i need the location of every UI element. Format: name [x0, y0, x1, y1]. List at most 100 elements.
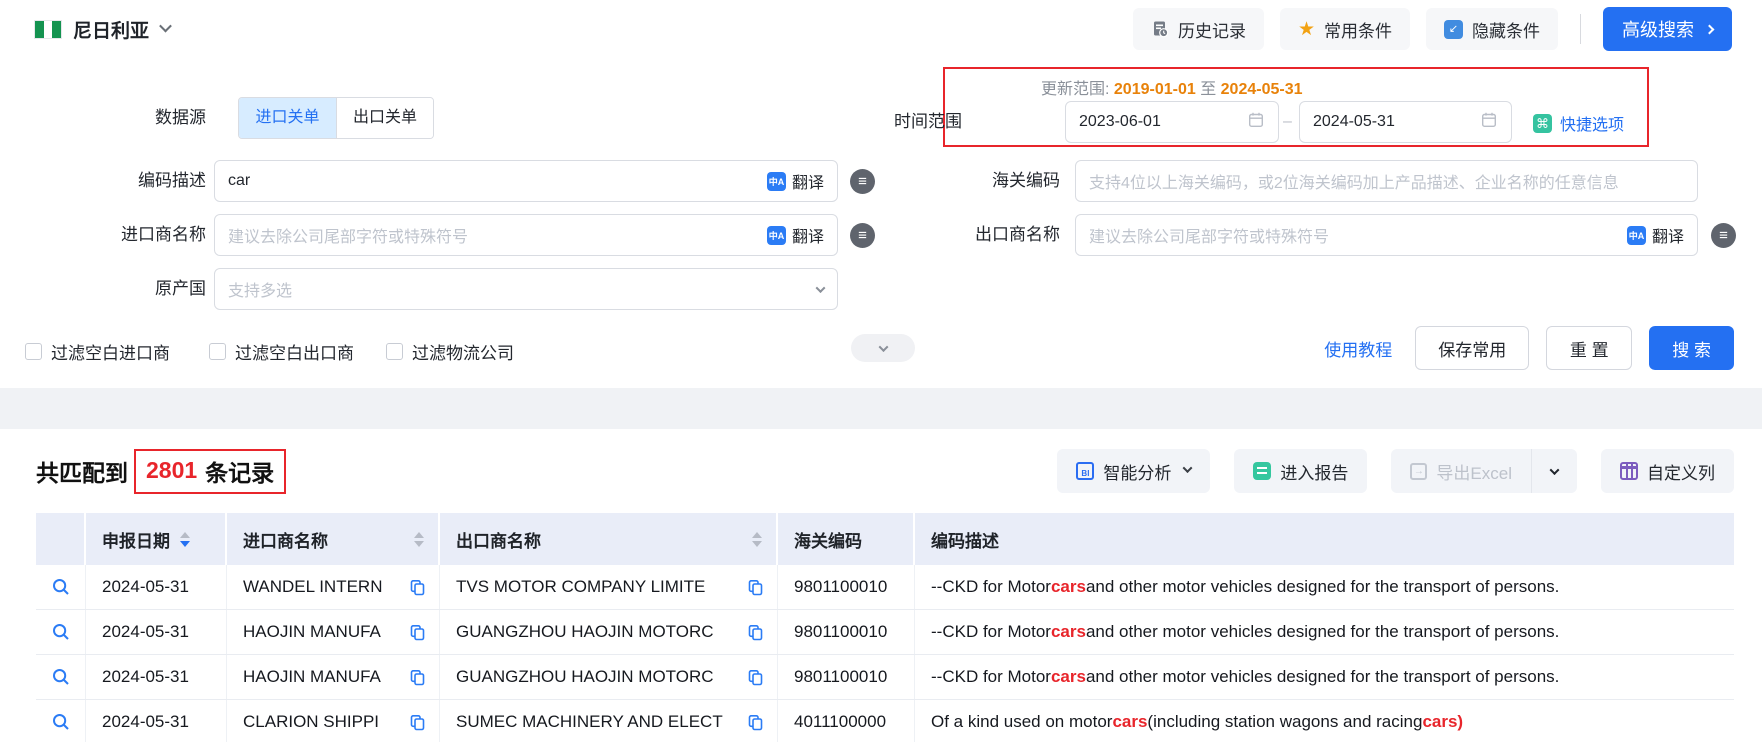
copy-icon[interactable] [747, 714, 764, 731]
header-declaration-date[interactable]: 申报日期 [86, 513, 227, 565]
synonym-icon[interactable]: ≡ [1711, 223, 1736, 248]
importer-placeholder: 建议去除公司尾部字符或特殊符号 [228, 223, 468, 247]
cell-hs-code: 9801100010 [778, 655, 915, 699]
table-row: 2024-05-31CLARION SHIPPI SUMEC MACHINERY … [36, 700, 1734, 742]
checkbox-label: 过滤物流公司 [412, 339, 514, 364]
collapse-form-button[interactable] [851, 334, 915, 362]
reset-button[interactable]: 重 置 [1546, 326, 1632, 370]
command-icon: ⌘ [1533, 114, 1552, 133]
synonym-icon[interactable]: ≡ [850, 169, 875, 194]
exporter-name: GUANGZHOU HAOJIN MOTORC [456, 667, 714, 687]
copy-icon[interactable] [409, 669, 426, 686]
desc-segment: and other motor vehicles designed for th… [1086, 622, 1559, 642]
header-label: 进口商名称 [243, 527, 328, 552]
exporter-name: TVS MOTOR COMPANY LIMITE [456, 577, 705, 597]
header-importer[interactable]: 进口商名称 [227, 513, 440, 565]
code-desc-input[interactable]: car 中A 翻译 [214, 160, 838, 202]
cell-exporter[interactable]: GUANGZHOU HAOJIN MOTORC [440, 610, 778, 654]
magnifier-icon[interactable] [51, 577, 71, 597]
copy-icon[interactable] [409, 624, 426, 641]
hide-conditions-button[interactable]: ↙ 隐藏条件 [1426, 8, 1558, 50]
cell-date: 2024-05-31 [86, 610, 227, 654]
hs-code-input[interactable]: 支持4位以上海关编码，或2位海关编码加上产品描述、企业名称的任意信息 [1075, 160, 1698, 202]
origin-placeholder: 支持多选 [228, 277, 292, 301]
filter-blank-exporter-checkbox[interactable]: 过滤空白出口商 [209, 339, 354, 364]
checkbox-label: 过滤空白出口商 [235, 339, 354, 364]
favorites-button[interactable]: ★ 常用条件 [1280, 8, 1410, 50]
chevron-down-icon [878, 342, 888, 352]
desc-segment: Of a kind used on motor [931, 712, 1112, 732]
exporter-name: SUMEC MACHINERY AND ELECT [456, 712, 723, 732]
tab-import-declarations[interactable]: 进口关单 [239, 98, 336, 138]
copy-icon[interactable] [747, 669, 764, 686]
desc-segment: --CKD for Motor [931, 577, 1051, 597]
desc-segment: cars [1112, 712, 1147, 732]
datasource-tabs: 进口关单 出口关单 [238, 97, 434, 139]
exporter-input[interactable]: 建议去除公司尾部字符或特殊符号 中A 翻译 [1075, 214, 1698, 256]
advanced-search-label: 高级搜索 [1622, 16, 1694, 42]
cell-date: 2024-05-31 [86, 700, 227, 742]
header-label: 海关编码 [794, 527, 862, 552]
history-icon [1151, 20, 1169, 38]
importer-name: HAOJIN MANUFA [243, 667, 381, 687]
quick-options-link[interactable]: ⌘ 快捷选项 [1533, 111, 1624, 135]
cell-exporter[interactable]: SUMEC MACHINERY AND ELECT [440, 700, 778, 742]
cell-importer[interactable]: WANDEL INTERN [227, 565, 440, 609]
tutorial-link[interactable]: 使用教程 [1324, 336, 1392, 361]
tab-export-declarations[interactable]: 出口关单 [336, 98, 433, 138]
cell-exporter[interactable]: TVS MOTOR COMPANY LIMITE [440, 565, 778, 609]
date-to-input[interactable]: 2024-05-31 [1299, 101, 1512, 143]
table-row: 2024-05-31WANDEL INTERNTVS MOTOR COMPANY… [36, 565, 1734, 610]
search-form: 数据源 进口关单 出口关单 编码描述 car 中A 翻译 ≡ 进口商名称 建议去… [0, 58, 1762, 388]
update-range-mid: 至 [1196, 81, 1221, 98]
cell-exporter[interactable]: GUANGZHOU HAOJIN MOTORC [440, 655, 778, 699]
results-table: 申报日期 进口商名称 出口商名称 海关编码 编码描述 2024-0 [36, 513, 1734, 742]
advanced-search-button[interactable]: 高级搜索 [1603, 7, 1732, 51]
update-range-text: 更新范围: 2019-01-01 至 2024-05-31 [1041, 75, 1303, 99]
country-chevron-down-icon[interactable] [159, 19, 172, 32]
magnifier-icon[interactable] [51, 712, 71, 732]
smart-analysis-button[interactable]: BI 智能分析 [1057, 449, 1210, 493]
export-options-button[interactable] [1531, 449, 1577, 493]
copy-icon[interactable] [747, 579, 764, 596]
history-button[interactable]: 历史记录 [1133, 8, 1264, 50]
page: 尼日利亚 历史记录 ★ 常用条件 ↙ 隐藏条件 高级搜索 数据源 [0, 0, 1762, 742]
custom-columns-button[interactable]: 自定义列 [1601, 449, 1734, 493]
copy-icon[interactable] [747, 624, 764, 641]
origin-select[interactable]: 支持多选 [214, 268, 838, 310]
copy-icon[interactable] [409, 714, 426, 731]
magnifier-icon[interactable] [51, 667, 71, 687]
header-exporter[interactable]: 出口商名称 [440, 513, 778, 565]
translate-button[interactable]: 中A 翻译 [767, 223, 824, 247]
custom-columns-label: 自定义列 [1647, 459, 1715, 484]
sort-icons[interactable] [752, 532, 762, 547]
export-excel-button[interactable]: → 导出Excel [1391, 449, 1531, 493]
translate-button[interactable]: 中A 翻译 [1627, 223, 1684, 247]
copy-icon[interactable] [409, 579, 426, 596]
cell-importer[interactable]: CLARION SHIPPI [227, 700, 440, 742]
checkbox-icon [209, 343, 226, 360]
save-conditions-button[interactable]: 保存常用 [1415, 326, 1529, 370]
cell-importer[interactable]: HAOJIN MANUFA [227, 655, 440, 699]
search-button[interactable]: 搜 索 [1649, 326, 1734, 370]
export-excel-label: 导出Excel [1436, 459, 1512, 484]
enter-report-button[interactable]: 进入报告 [1234, 449, 1367, 493]
synonym-icon[interactable]: ≡ [850, 223, 875, 248]
chevron-down-icon [816, 283, 826, 293]
filter-blank-importer-checkbox[interactable]: 过滤空白进口商 [25, 339, 170, 364]
translate-button[interactable]: 中A 翻译 [767, 169, 824, 193]
count-highlight-box: 2801 条记录 [134, 449, 286, 494]
cell-description: --CKD for Motor cars and other motor veh… [915, 610, 1734, 654]
header-hs-code: 海关编码 [778, 513, 915, 565]
desc-segment: cars) [1422, 712, 1463, 732]
chevron-right-icon [1705, 24, 1715, 34]
date-from-input[interactable]: 2023-06-01 [1065, 101, 1279, 143]
magnifier-icon[interactable] [51, 622, 71, 642]
importer-input[interactable]: 建议去除公司尾部字符或特殊符号 中A 翻译 [214, 214, 838, 256]
sort-icons[interactable] [180, 532, 190, 547]
cell-importer[interactable]: HAOJIN MANUFA [227, 610, 440, 654]
filter-logistics-checkbox[interactable]: 过滤物流公司 [386, 339, 514, 364]
report-icon [1253, 462, 1271, 480]
table-header: 申报日期 进口商名称 出口商名称 海关编码 编码描述 [36, 513, 1734, 565]
sort-icons[interactable] [414, 532, 424, 547]
